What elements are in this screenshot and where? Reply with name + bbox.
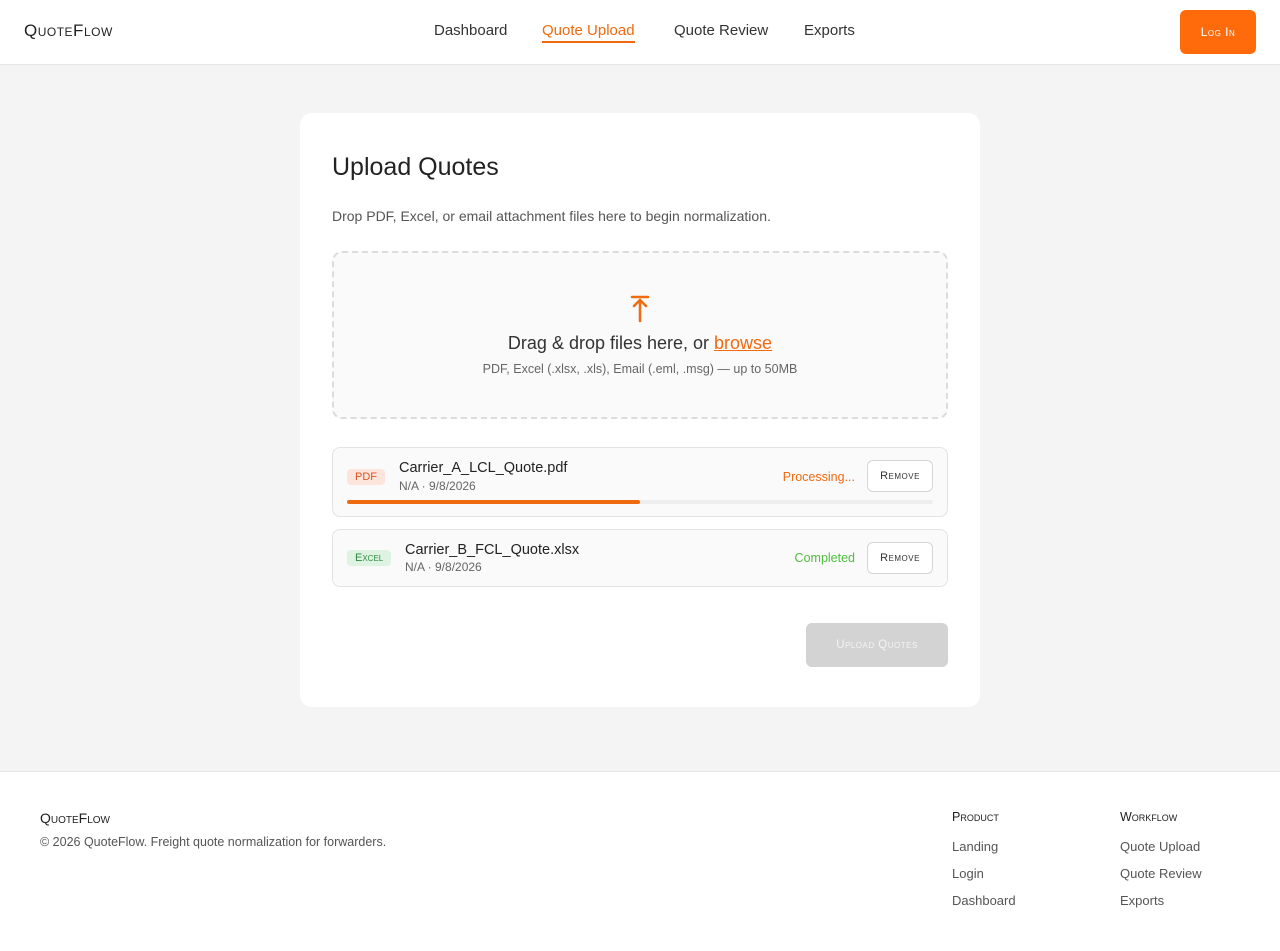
file-meta: N/A · 9/8/2026: [399, 479, 476, 493]
progress-bar: [347, 500, 933, 504]
footer-link-quote-upload[interactable]: Quote Upload: [1120, 839, 1202, 866]
dropzone-hint: PDF, Excel (.xlsx, .xls), Email (.eml, .…: [482, 362, 798, 376]
footer-link-quote-review[interactable]: Quote Review: [1120, 866, 1202, 893]
nav-quote-review[interactable]: Quote Review: [674, 22, 768, 41]
nav-dashboard[interactable]: Dashboard: [434, 22, 507, 41]
file-dropzone[interactable]: Drag & drop files here, or browse PDF, E…: [332, 251, 948, 419]
nav-quote-upload[interactable]: Quote Upload: [542, 22, 635, 43]
footer-column-workflow: Workflow Quote Upload Quote Review Expor…: [1120, 810, 1202, 920]
file-item: Excel Carrier_B_FCL_Quote.xlsx N/A · 9/8…: [332, 529, 948, 587]
upload-card: Upload Quotes Drop PDF, Excel, or email …: [300, 113, 980, 707]
progress-bar-fill: [347, 500, 640, 504]
file-status: Completed: [794, 551, 855, 565]
dropzone-text: Drag & drop files here, or browse: [334, 333, 946, 354]
upload-arrow-icon: [630, 295, 650, 323]
footer-brand: QuoteFlow: [40, 810, 110, 826]
footer-column-title: Workflow: [1120, 810, 1178, 824]
file-name: Carrier_A_LCL_Quote.pdf: [399, 460, 568, 476]
top-navbar: QuoteFlow Dashboard Quote Upload Quote R…: [0, 0, 1280, 65]
dropzone-prompt: Drag & drop files here, or: [507, 333, 710, 353]
file-name: Carrier_B_FCL_Quote.xlsx: [405, 542, 580, 558]
remove-file-button[interactable]: Remove: [867, 542, 933, 574]
file-type-badge: Excel: [347, 550, 392, 566]
main-nav: Dashboard Quote Upload Quote Review Expo…: [0, 0, 1280, 65]
page-title: Upload Quotes: [332, 153, 499, 181]
footer-link-login[interactable]: Login: [952, 866, 1016, 893]
browse-link[interactable]: browse: [714, 333, 772, 353]
footer-column-product: Product Landing Login Dashboard: [952, 810, 1016, 920]
file-type-badge: PDF: [347, 469, 385, 485]
file-meta: N/A · 9/8/2026: [405, 560, 482, 574]
footer-link-landing[interactable]: Landing: [952, 839, 1016, 866]
upload-quotes-button[interactable]: Upload Quotes: [806, 623, 948, 667]
remove-file-button[interactable]: Remove: [867, 460, 933, 492]
nav-exports[interactable]: Exports: [804, 22, 855, 41]
footer-column-title: Product: [952, 810, 999, 824]
footer-copyright: © 2026 QuoteFlow. Freight quote normaliz…: [40, 835, 387, 849]
footer: QuoteFlow © 2026 QuoteFlow. Freight quot…: [0, 771, 1280, 951]
file-status: Processing...: [782, 470, 855, 484]
footer-link-dashboard[interactable]: Dashboard: [952, 893, 1016, 920]
file-item: PDF Carrier_A_LCL_Quote.pdf N/A · 9/8/20…: [332, 447, 948, 517]
login-button[interactable]: Log In: [1180, 10, 1256, 54]
page-subtitle: Drop PDF, Excel, or email attachment fil…: [332, 208, 771, 224]
footer-link-exports[interactable]: Exports: [1120, 893, 1202, 920]
